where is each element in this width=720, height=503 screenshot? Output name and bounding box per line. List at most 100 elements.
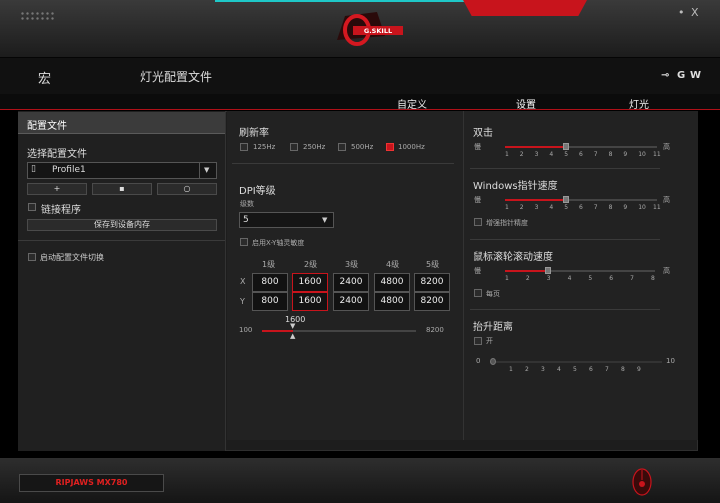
scroll-speed-slider[interactable]: [505, 267, 655, 274]
refresh-1000-label: 1000Hz: [398, 143, 425, 151]
xy-sensitivity-checkbox[interactable]: [240, 238, 248, 246]
dpi-x-4[interactable]: 4800: [374, 273, 410, 292]
refresh-500-label: 500Hz: [351, 143, 374, 151]
link-program-label: 链接程序: [41, 205, 81, 216]
ticks-dc-tick-7: 7: [593, 151, 598, 158]
nav-lighting-profile[interactable]: 灯光配置文件: [140, 68, 212, 85]
scroll-divider: [470, 309, 660, 310]
dpi-header-4: 4级: [386, 260, 400, 269]
ticks-lf-tick-7: 7: [605, 366, 609, 373]
enhance-precision-checkbox[interactable]: [474, 218, 482, 226]
add-profile-button[interactable]: +: [27, 183, 87, 195]
dpi-y-2[interactable]: 1600: [292, 292, 328, 311]
lift-on-checkbox[interactable]: [474, 337, 482, 345]
ticks-sc-tick-8: 8: [651, 275, 655, 282]
ticks-ps-tick-11: 11: [653, 204, 661, 211]
tab-underline: [0, 109, 720, 110]
refresh-1000-checkbox[interactable]: [386, 143, 394, 151]
profile-divider: [18, 240, 225, 241]
double-click-high: 高: [663, 143, 670, 151]
pointer-speed-title: Windows指针速度: [473, 181, 558, 192]
dpi-y-5[interactable]: 8200: [414, 292, 450, 311]
drag-grip-icon[interactable]: [20, 11, 56, 21]
ticks-lf-tick-9: 9: [637, 366, 641, 373]
reset-icon: ○: [183, 184, 191, 193]
dpi-slider-top-marker-icon[interactable]: ▼: [290, 322, 295, 330]
tab-settings-bg: [463, 0, 587, 16]
ticks-lf-tick-2: 2: [525, 366, 529, 373]
select-profile-label: 选择配置文件: [27, 149, 87, 160]
refresh-125-checkbox[interactable]: [240, 143, 248, 151]
scroll-low: 慢: [474, 267, 481, 275]
profile-header-title: 配置文件: [27, 121, 67, 132]
dpi-slider-track[interactable]: [262, 330, 416, 332]
ticks-dc-tick-2: 2: [519, 151, 524, 158]
link-program-checkbox[interactable]: [28, 203, 36, 211]
dpi-level-value: 5: [243, 215, 249, 225]
dpi-x-label: X: [240, 277, 246, 286]
lift-slider[interactable]: [490, 358, 662, 365]
dpi-x-1[interactable]: 800: [252, 273, 288, 292]
pointer-knob[interactable]: [563, 196, 569, 203]
pointer-fill: [505, 199, 566, 201]
ticks-ps-tick-7: 7: [593, 204, 598, 211]
lift-distance-title: 抬升距离: [473, 322, 513, 333]
save-to-device-button[interactable]: 保存到设备内存: [27, 219, 217, 231]
ticks-dc-tick-4: 4: [549, 151, 554, 158]
plus-icon: +: [53, 184, 61, 193]
double-click-slider[interactable]: [505, 143, 657, 150]
ticks-dc-tick-9: 9: [623, 151, 628, 158]
ticks-ps-tick-5: 5: [564, 204, 569, 211]
delete-profile-button[interactable]: ▪: [92, 183, 152, 195]
double-click-knob[interactable]: [563, 143, 569, 150]
refresh-250-checkbox[interactable]: [290, 143, 298, 151]
gskill-logo: G.SKILL: [337, 12, 403, 46]
dpi-y-1[interactable]: 800: [252, 292, 288, 311]
scroll-knob[interactable]: [545, 267, 551, 274]
dpi-slider-max: 8200: [426, 326, 444, 334]
back-arrow-icon[interactable]: ⊸: [661, 70, 669, 81]
lift-min: 0: [476, 357, 481, 365]
ticks-dc-tick-6: 6: [579, 151, 583, 158]
dpi-slider-bottom-marker-icon[interactable]: ▲: [290, 332, 295, 340]
profile-select-value: Profile1: [52, 165, 86, 175]
ticks-lf-tick-4: 4: [557, 366, 561, 373]
ticks-lf-tick-1: 1: [509, 366, 513, 373]
refresh-250-label: 250Hz: [303, 143, 326, 151]
double-click-title: 双击: [473, 128, 493, 139]
close-button[interactable]: X: [691, 6, 699, 19]
double-click-low: 慢: [474, 143, 481, 151]
ticks-ps-tick-9: 9: [623, 204, 628, 211]
dpi-y-4[interactable]: 4800: [374, 292, 410, 311]
ticks-ps-tick-10: 10: [638, 204, 646, 211]
enable-switch-checkbox[interactable]: [28, 253, 36, 261]
refresh-500-checkbox[interactable]: [338, 143, 346, 151]
tab-bar: [0, 94, 720, 110]
enhance-precision-label: 增强指针精度: [486, 219, 528, 227]
model-name: RIPJAWS MX780: [19, 474, 164, 492]
dpi-header-2: 2级: [304, 260, 318, 269]
ticks-sc-tick-7: 7: [630, 275, 634, 282]
dpi-level-select[interactable]: [239, 212, 334, 228]
dpi-x-2[interactable]: 1600: [292, 273, 328, 292]
title-bar: G.SKILL • X: [0, 0, 720, 58]
dpi-x-3[interactable]: 2400: [333, 273, 369, 292]
dpi-y-3[interactable]: 2400: [333, 292, 369, 311]
pin-button[interactable]: •: [678, 6, 685, 19]
w-logo-icon[interactable]: W: [690, 70, 701, 81]
dpi-x-5[interactable]: 8200: [414, 273, 450, 292]
chevron-down-icon: ▼: [204, 166, 210, 174]
g-logo-icon[interactable]: G: [677, 70, 685, 81]
pointer-speed-slider[interactable]: [505, 196, 657, 203]
reset-profile-button[interactable]: ○: [157, 183, 217, 195]
mouse-icon: ▯: [31, 164, 36, 174]
title-accent-line: [215, 0, 505, 2]
lift-knob[interactable]: [490, 358, 496, 365]
refresh-rate-title: 刷新率: [239, 128, 269, 139]
ticks-lf-tick-5: 5: [573, 366, 577, 373]
ticks-lf-tick-8: 8: [621, 366, 625, 373]
nav-macro[interactable]: 宏: [38, 68, 51, 87]
pointer-low: 慢: [474, 196, 481, 204]
lift-on-label: 开: [486, 337, 493, 345]
page-scroll-checkbox[interactable]: [474, 289, 482, 297]
